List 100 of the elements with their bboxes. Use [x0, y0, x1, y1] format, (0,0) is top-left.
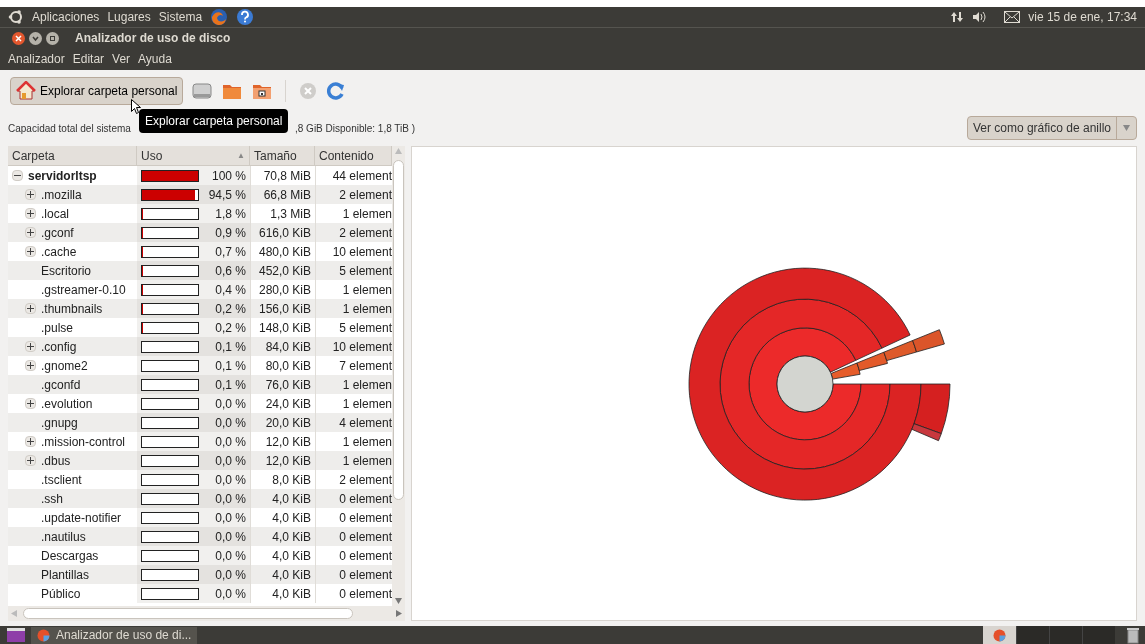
- table-cell-text: 12,0 KiB: [265, 433, 311, 451]
- table-cell-text: 280,0 KiB: [258, 281, 311, 299]
- folder-name: .dbus: [41, 452, 71, 470]
- close-button[interactable]: [12, 31, 25, 45]
- plus-icon: [27, 457, 34, 464]
- panel-menu[interactable]: Lugares: [107, 8, 151, 26]
- view-dropdown[interactable]: Ver como gráfico de anillo: [966, 116, 1137, 140]
- expander[interactable]: [25, 398, 36, 409]
- scroll-down-arrow-icon[interactable]: [395, 598, 402, 604]
- menu-item[interactable]: Analizador: [8, 50, 65, 68]
- usage-percent: 0,0 %: [214, 566, 246, 584]
- vertical-scrollbar[interactable]: [392, 146, 405, 606]
- folder-name: .thumbnails: [41, 300, 103, 318]
- refresh-icon[interactable]: [326, 81, 347, 101]
- chevron-down-icon: [32, 34, 39, 42]
- folder-name: .evolution: [41, 395, 93, 413]
- expander[interactable]: [12, 170, 23, 181]
- usage-bar: [141, 207, 199, 220]
- table-cell-text: 4 element: [339, 414, 392, 432]
- plus-icon: [27, 210, 34, 217]
- usage-percent: 0,1 %: [214, 357, 246, 375]
- home-folder-button[interactable]: Explorar carpeta personal: [10, 77, 184, 105]
- folder-name: .local: [41, 205, 69, 223]
- volume-icon[interactable]: [972, 10, 989, 24]
- usage-bar: [141, 264, 199, 277]
- table-cell-text: 0 element: [339, 585, 392, 603]
- usage-percent: 0,4 %: [214, 281, 246, 299]
- expander[interactable]: [25, 436, 36, 447]
- table-cell-text: 1 elemen: [342, 300, 392, 318]
- usage-bar: [141, 245, 199, 258]
- folder-name: .update-notifier: [41, 509, 122, 527]
- trash-icon[interactable]: [1125, 626, 1141, 644]
- ring-segment[interactable]: [856, 351, 888, 371]
- table-cell-text: 76,0 KiB: [265, 376, 311, 394]
- usage-percent: 0,1 %: [214, 376, 246, 394]
- column-header[interactable]: Uso ▲: [137, 146, 250, 165]
- ring-segment[interactable]: [913, 383, 951, 434]
- usage-percent: 94,5 %: [207, 186, 246, 204]
- expander[interactable]: [25, 303, 36, 314]
- folder-name: .mozilla: [41, 186, 82, 204]
- expander[interactable]: [25, 360, 36, 371]
- table-cell-text: 8,0 KiB: [272, 471, 311, 489]
- usage-bar: [141, 302, 199, 315]
- expander[interactable]: [25, 341, 36, 352]
- horizontal-scrollbar[interactable]: [8, 606, 405, 621]
- table-cell-text: 4,0 KiB: [272, 585, 311, 603]
- menu-item[interactable]: Ayuda: [138, 50, 172, 68]
- help-icon[interactable]: [236, 8, 255, 26]
- menu-item[interactable]: Editar: [72, 50, 105, 68]
- minus-icon: [14, 172, 21, 179]
- ring-segment[interactable]: [911, 422, 942, 441]
- usage-bar: [141, 226, 199, 239]
- table-cell-text: 12,0 KiB: [265, 452, 311, 470]
- column-header[interactable]: Carpeta: [8, 146, 137, 165]
- maximize-button[interactable]: [46, 31, 59, 45]
- workspace-switcher[interactable]: [983, 626, 1115, 644]
- mouse-cursor-icon: [131, 99, 141, 114]
- folder-name: .mission-control: [41, 433, 126, 451]
- table-cell-text: 616,0 KiB: [258, 224, 311, 242]
- expander[interactable]: [25, 227, 36, 238]
- ring-segment[interactable]: [748, 327, 862, 440]
- usage-percent: 100 %: [210, 167, 246, 185]
- menu-item[interactable]: Ver: [112, 50, 131, 68]
- caret-icon: [1123, 125, 1130, 131]
- panel-menu[interactable]: Aplicaciones: [32, 8, 100, 26]
- table-cell-text: 5 element: [339, 319, 392, 337]
- panel-menu[interactable]: Sistema: [158, 8, 203, 26]
- ring-segment[interactable]: [719, 298, 891, 469]
- expander[interactable]: [25, 455, 36, 466]
- table-cell-text: 4,0 KiB: [272, 509, 311, 527]
- folder-name: Plantillas: [41, 566, 90, 584]
- show-desktop-icon[interactable]: [7, 628, 25, 642]
- close-icon: [15, 34, 22, 42]
- usage-percent: 0,0 %: [214, 585, 246, 603]
- table-cell-text: 1 elemen: [342, 433, 392, 451]
- folder-name: .nautilus: [41, 528, 86, 546]
- table-cell-text: 148,0 KiB: [258, 319, 311, 337]
- column-header[interactable]: Tamaño: [250, 146, 315, 165]
- ring-center[interactable]: [776, 355, 834, 412]
- folder-name: .gconf: [41, 224, 74, 242]
- network-icon[interactable]: [950, 10, 965, 24]
- table-cell-text: 10 element: [332, 243, 392, 261]
- table-cell-text: 7 element: [339, 357, 392, 375]
- expander[interactable]: [25, 246, 36, 257]
- tooltip: Explorar carpeta personal: [139, 109, 289, 133]
- ring-segment[interactable]: [912, 328, 945, 352]
- ring-segment[interactable]: [830, 362, 861, 379]
- expander[interactable]: [25, 189, 36, 200]
- table-cell-text: 1 elemen: [342, 205, 392, 223]
- scroll-right-arrow-icon[interactable]: [396, 610, 402, 617]
- usage-percent: 0,0 %: [214, 490, 246, 508]
- clock[interactable]: vie 15 de ene, 17:34: [1028, 8, 1137, 26]
- mail-icon[interactable]: [1004, 11, 1021, 23]
- usage-percent: 0,2 %: [214, 300, 246, 318]
- minimize-button[interactable]: [29, 31, 42, 45]
- ring-segment[interactable]: [688, 267, 922, 500]
- folder-name: .pulse: [41, 319, 74, 337]
- taskbar-button[interactable]: Analizador de uso de di...: [31, 626, 198, 644]
- ring-segment[interactable]: [883, 339, 917, 361]
- expander[interactable]: [25, 208, 36, 219]
